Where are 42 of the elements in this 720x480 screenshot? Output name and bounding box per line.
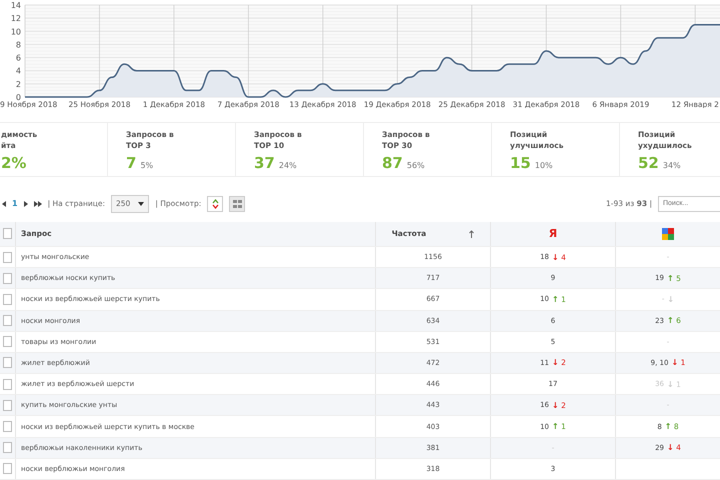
stat-percent: 34%	[662, 161, 681, 170]
stat-value: 52	[638, 154, 659, 172]
y-tick-label: 4	[16, 66, 21, 76]
caret-icon	[138, 202, 144, 206]
stat-value: 37	[254, 154, 275, 172]
stat-percent: 10%	[534, 161, 553, 170]
page-link[interactable]: 1	[12, 199, 18, 208]
y-tick-label: 14	[10, 1, 21, 10]
checkbox[interactable]	[3, 252, 12, 263]
sort-arrow-icon	[469, 230, 474, 238]
y-tick-label: 2	[16, 80, 21, 89]
y-tick-label: 10	[10, 27, 21, 36]
y-tick-label: 6	[16, 54, 21, 63]
checkbox[interactable]	[3, 357, 12, 368]
stat-value: 87	[382, 154, 403, 172]
sort-icon[interactable]	[207, 196, 224, 212]
stat-percent: 5%	[140, 161, 154, 170]
yandex-column-header[interactable]: Я	[548, 227, 558, 240]
stat-value: 15	[510, 154, 531, 172]
checkbox[interactable]	[3, 378, 12, 390]
checkbox[interactable]	[3, 228, 12, 240]
checkbox[interactable]	[3, 400, 12, 411]
stat-percent: 56%	[406, 161, 425, 170]
checkbox[interactable]	[3, 336, 12, 348]
grid-view-icon[interactable]	[229, 196, 246, 212]
checkbox[interactable]	[3, 463, 12, 474]
stat-value: 7	[126, 154, 136, 172]
previous-page-icon[interactable]	[2, 200, 6, 206]
checkbox[interactable]	[3, 315, 12, 326]
stat-value: 2%	[1, 154, 26, 172]
y-tick-label: 0	[16, 93, 21, 102]
checkbox[interactable]	[3, 442, 12, 454]
checkbox[interactable]	[3, 272, 12, 284]
y-tick-label: 12	[10, 14, 21, 24]
position-change: ↓	[667, 294, 674, 304]
next-page-icon[interactable]	[24, 200, 28, 206]
google-logo-icon[interactable]	[662, 228, 674, 240]
last-page-icon[interactable]	[34, 200, 42, 206]
y-tick-label: 8	[16, 40, 21, 50]
checkbox[interactable]	[3, 294, 12, 305]
checkbox[interactable]	[3, 421, 12, 432]
stat-percent: 24%	[278, 161, 297, 170]
